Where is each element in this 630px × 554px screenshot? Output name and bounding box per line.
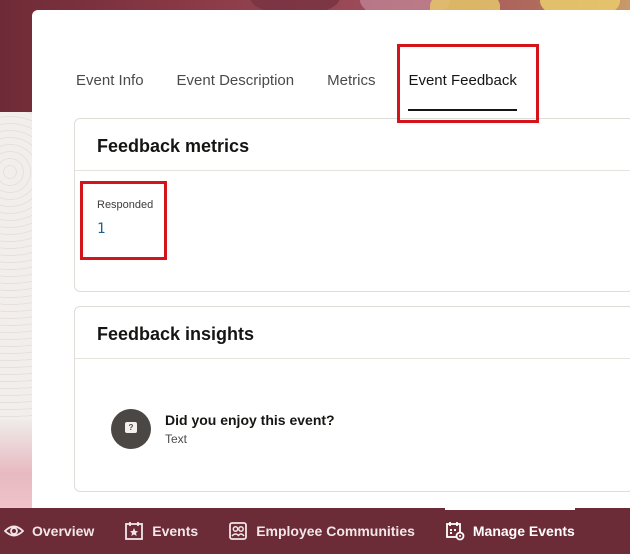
responded-value-link[interactable]: 1 xyxy=(97,221,105,237)
calendar-star-icon xyxy=(124,521,144,541)
nav-manage-events-label: Manage Events xyxy=(472,523,575,539)
main-panel: Event Info Event Description Metrics Eve… xyxy=(32,10,630,508)
tab-metrics[interactable]: Metrics xyxy=(327,70,375,112)
page-background-accent xyxy=(0,420,34,510)
feedback-metrics-card: Feedback metrics Responded 1 xyxy=(74,118,630,292)
question-type: Text xyxy=(165,432,188,446)
tab-event-feedback[interactable]: Event Feedback xyxy=(408,70,518,112)
calendar-gear-icon xyxy=(445,521,465,541)
feedback-insights-card: Feedback insights ? Did you enjoy this e… xyxy=(74,306,630,492)
feedback-metrics-title: Feedback metrics xyxy=(75,119,630,171)
tab-event-description[interactable]: Event Description xyxy=(177,70,295,112)
nav-manage-events[interactable]: Manage Events xyxy=(444,508,575,554)
eye-icon xyxy=(4,521,24,541)
question-bubble-icon: ? xyxy=(111,409,151,449)
nav-employee-communities-label: Employee Communities xyxy=(256,523,415,539)
tab-event-info[interactable]: Event Info xyxy=(76,70,144,112)
feedback-insights-title: Feedback insights xyxy=(75,307,630,359)
nav-overview-label: Overview xyxy=(32,523,95,539)
tab-bar: Event Info Event Description Metrics Eve… xyxy=(76,70,550,112)
nav-events-label: Events xyxy=(152,523,199,539)
responded-label: Responded xyxy=(97,199,154,211)
nav-overview[interactable]: Overview xyxy=(4,508,94,554)
nav-events[interactable]: Events xyxy=(124,508,198,554)
question-item[interactable]: ? Did you enjoy this event? Text xyxy=(111,409,335,449)
bottom-navigation: Overview Events Employee Communities Man… xyxy=(0,508,630,554)
nav-employee-communities[interactable]: Employee Communities xyxy=(228,508,415,554)
people-card-icon xyxy=(228,521,248,541)
question-title: Did you enjoy this event? xyxy=(165,412,335,428)
